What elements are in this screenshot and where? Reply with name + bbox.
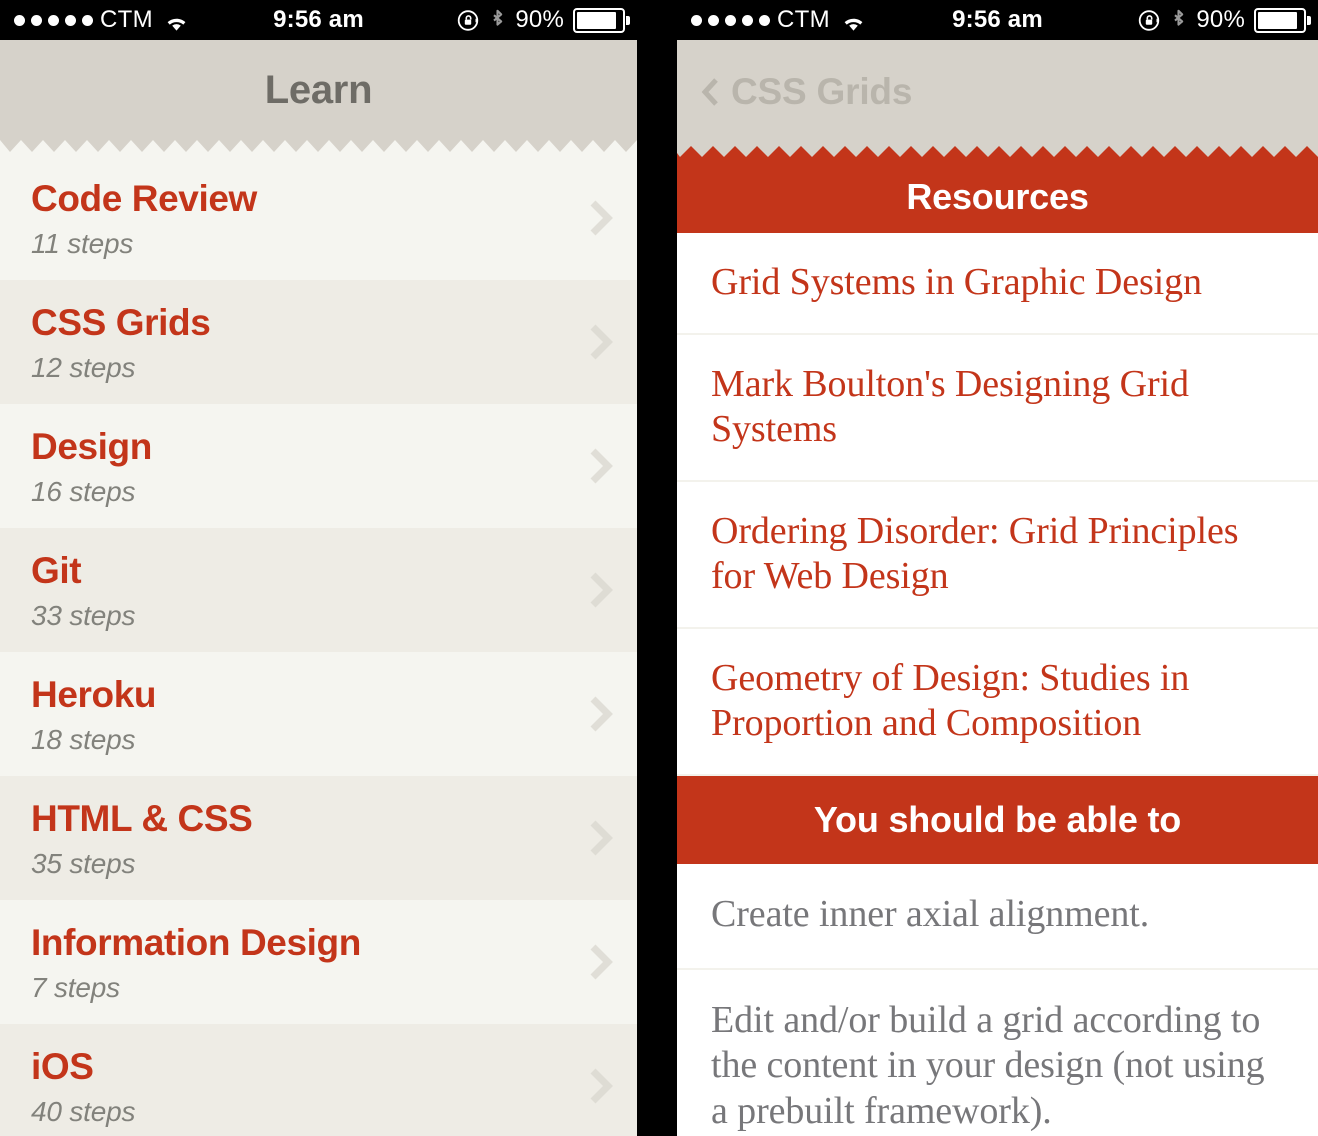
carrier-label: CTM <box>777 6 830 33</box>
wifi-icon <box>841 11 866 31</box>
dual-phone-screenshot: CTM 9:56 am 90% Learn Code Review 11 ste… <box>0 0 1318 1136</box>
right-nav-bar: CSS Grids <box>677 40 1318 144</box>
objective-label: Create inner axial alignment. <box>711 893 1150 936</box>
status-bar-right: CTM 9:56 am 90% <box>677 0 1318 40</box>
status-bar-left-group: CTM <box>677 6 866 34</box>
resource-link-label: Ordering Disorder: Grid Principles for W… <box>711 510 1239 597</box>
list-item[interactable]: Information Design 7 steps <box>0 900 637 1024</box>
rotation-lock-icon <box>457 9 480 32</box>
chevron-right-icon <box>587 571 613 609</box>
list-item[interactable]: iOS 40 steps <box>0 1024 637 1136</box>
list-item[interactable]: Heroku 18 steps <box>0 652 637 776</box>
list-item-title: Information Design <box>31 922 361 963</box>
chevron-right-icon <box>587 943 613 981</box>
phone-divider-gap <box>637 0 677 1136</box>
list-item-title: Design <box>31 426 152 467</box>
list-item-steps: 16 steps <box>31 475 136 507</box>
resource-link-row[interactable]: Geometry of Design: Studies in Proportio… <box>677 629 1318 777</box>
resource-link-row[interactable]: Ordering Disorder: Grid Principles for W… <box>677 482 1318 630</box>
list-item-steps: 11 steps <box>31 227 134 259</box>
list-item-title: iOS <box>31 1046 94 1087</box>
list-item-steps: 40 steps <box>31 1095 136 1127</box>
bluetooth-icon <box>489 9 506 32</box>
section-header-resources: Resources <box>677 160 1318 233</box>
list-item-title: Code Review <box>31 178 257 219</box>
carrier-label: CTM <box>100 6 153 33</box>
back-button[interactable]: CSS Grids <box>701 71 912 113</box>
list-item-title: CSS Grids <box>31 302 211 343</box>
objective-row: Create inner axial alignment. <box>677 864 1318 970</box>
wifi-icon <box>164 11 189 31</box>
resource-link-label: Grid Systems in Graphic Design <box>711 261 1202 303</box>
list-item[interactable]: Design 16 steps <box>0 404 637 528</box>
objective-label: Edit and/or build a grid according to th… <box>711 998 1265 1132</box>
list-item-title: HTML & CSS <box>31 798 253 839</box>
resource-link-label: Geometry of Design: Studies in Proportio… <box>711 657 1190 744</box>
list-item[interactable]: Git 33 steps <box>0 528 637 652</box>
chevron-right-icon <box>587 323 613 361</box>
resource-link-row[interactable]: Mark Boulton's Designing Grid Systems <box>677 335 1318 483</box>
learn-topic-list[interactable]: Code Review 11 steps CSS Grids 12 steps … <box>0 156 637 1136</box>
status-bar-right-group: 90% <box>457 6 637 34</box>
list-item-steps: 33 steps <box>31 599 136 631</box>
page-title: Learn <box>264 67 373 112</box>
chevron-left-icon <box>701 77 719 107</box>
back-button-label: CSS Grids <box>731 71 913 112</box>
resource-link-label: Mark Boulton's Designing Grid Systems <box>711 363 1189 450</box>
status-bar-right-group: 90% <box>1138 6 1318 34</box>
chevron-right-icon <box>587 447 613 485</box>
status-bar-left: CTM 9:56 am 90% <box>0 0 637 40</box>
list-item-title: Git <box>31 550 82 591</box>
list-item[interactable]: HTML & CSS 35 steps <box>0 776 637 900</box>
chevron-right-icon <box>587 1067 613 1105</box>
resource-link-row[interactable]: Grid Systems in Graphic Design <box>677 233 1318 336</box>
left-phone-screen: CTM 9:56 am 90% Learn Code Review 11 ste… <box>0 0 637 1136</box>
bluetooth-icon <box>1170 9 1187 32</box>
section-header-objectives: You should be able to <box>677 776 1318 865</box>
battery-percent-label: 90% <box>515 6 564 33</box>
list-item-steps: 18 steps <box>31 723 136 755</box>
zigzag-divider-left <box>0 140 637 156</box>
objective-row: Edit and/or build a grid according to th… <box>677 970 1318 1136</box>
zigzag-divider-right <box>677 144 1318 160</box>
battery-percent-label: 90% <box>1196 6 1245 33</box>
list-item-steps: 35 steps <box>31 847 136 879</box>
battery-icon <box>573 7 630 33</box>
list-item-title: Heroku <box>31 674 157 715</box>
left-nav-bar: Learn <box>0 40 637 140</box>
list-item[interactable]: Code Review 11 steps <box>0 156 637 280</box>
list-item[interactable]: CSS Grids 12 steps <box>0 280 637 404</box>
chevron-right-icon <box>587 695 613 733</box>
list-item-steps: 7 steps <box>31 971 120 1003</box>
signal-dots-icon <box>14 14 93 26</box>
list-item-steps: 12 steps <box>31 351 136 383</box>
section-header-label: You should be able to <box>813 799 1182 841</box>
status-bar-left-group: CTM <box>0 6 189 34</box>
chevron-right-icon <box>587 199 613 237</box>
signal-dots-icon <box>691 14 770 26</box>
lesson-detail-panel: Resources Grid Systems in Graphic Design… <box>677 160 1318 1136</box>
chevron-right-icon <box>587 819 613 857</box>
battery-icon <box>1254 7 1311 33</box>
section-header-label: Resources <box>906 175 1089 217</box>
right-phone-screen: CTM 9:56 am 90% CSS Grids Resources Grid… <box>677 0 1318 1136</box>
rotation-lock-icon <box>1138 9 1161 32</box>
